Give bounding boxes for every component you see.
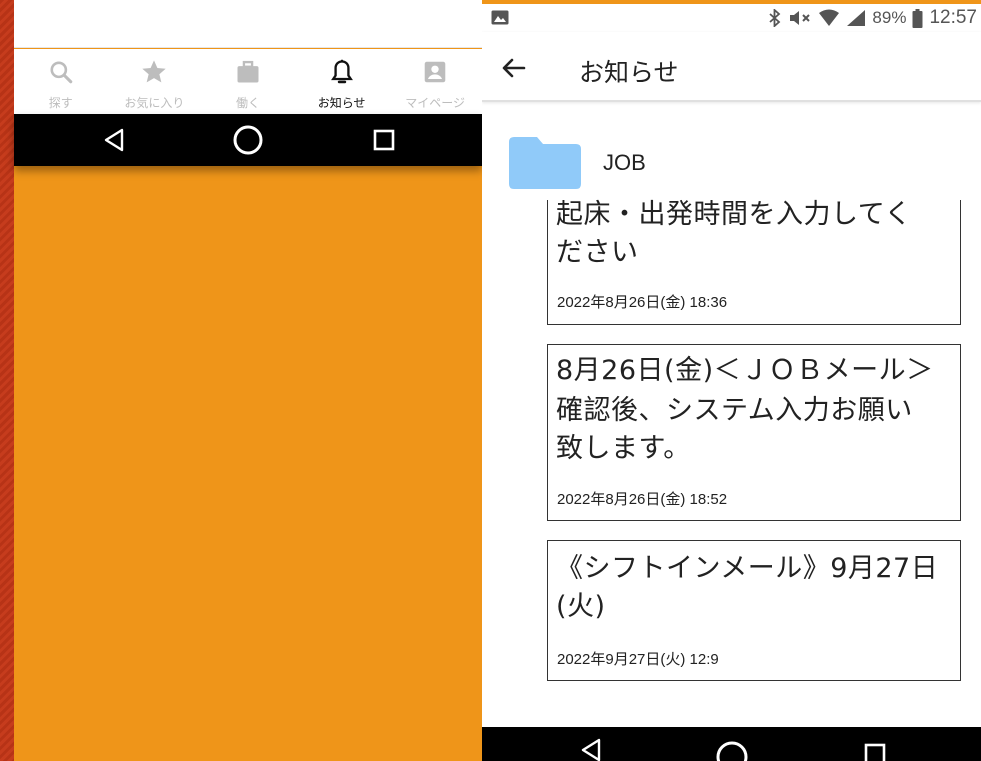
- status-indicators: 89% 12:57: [768, 7, 977, 29]
- tab-favorites[interactable]: お気に入り: [108, 49, 202, 114]
- notice-card[interactable]: 起床・出発時間を入力してく ださい 2022年8月26日(金) 18:36: [547, 199, 961, 325]
- battery-percent: 89%: [872, 8, 907, 27]
- square-recents-icon: [373, 129, 395, 151]
- folder-header[interactable]: [509, 136, 581, 190]
- bell-icon: [328, 58, 356, 86]
- nav-back-button[interactable]: [576, 735, 606, 761]
- notice-card[interactable]: 8月26日(金)＜ＪＯＢメール＞ 確認後、システム入力お願い 致します。 202…: [547, 344, 961, 521]
- back-arrow-icon[interactable]: [500, 54, 528, 82]
- right-system-nav-bar: [482, 727, 981, 761]
- tab-search[interactable]: 探す: [14, 49, 108, 114]
- notice-date: 2022年8月26日(金) 18:36: [557, 294, 728, 311]
- tab-work[interactable]: 働く: [201, 49, 295, 114]
- notice-title-line: 致します。: [556, 433, 691, 464]
- briefcase-icon: [234, 58, 262, 86]
- tab-mypage[interactable]: マイページ: [388, 49, 482, 114]
- notice-title-line: 起床・出発時間を入力してく: [556, 199, 912, 230]
- page-title: お知らせ: [579, 58, 679, 87]
- signal-icon: [847, 10, 866, 26]
- app-bar: お知らせ: [482, 32, 981, 102]
- left-phone-screen: 探す お気に入り 働く お知らせ マイページ: [14, 0, 482, 761]
- wifi-icon: [819, 9, 840, 26]
- circle-home-icon: [716, 741, 748, 761]
- clock-time: 12:57: [929, 7, 977, 28]
- left-system-nav-bar: [14, 114, 482, 166]
- status-bar: 89% 12:57: [482, 4, 981, 32]
- left-content-area: [14, 0, 482, 48]
- notice-title-line: ださい: [556, 237, 639, 268]
- notice-card[interactable]: 《シフトインメール》9月27日 (火) 2022年9月27日(火) 12:9: [547, 540, 961, 681]
- account-box-icon: [421, 58, 449, 86]
- nav-back-button[interactable]: [96, 114, 132, 166]
- nav-recents-button[interactable]: [860, 739, 890, 761]
- tab-label: 探す: [48, 96, 73, 110]
- notice-title-line: 《シフトインメール》9月27日: [556, 553, 939, 584]
- folder-label: JOB: [603, 150, 646, 175]
- tab-label: マイページ: [405, 96, 466, 110]
- mute-icon: [790, 11, 811, 25]
- battery-icon: [912, 8, 923, 28]
- triangle-back-icon: [104, 128, 124, 152]
- notice-date: 2022年8月26日(金) 18:52: [557, 491, 728, 508]
- nav-home-button[interactable]: [228, 114, 268, 166]
- star-icon: [140, 58, 168, 86]
- tab-label: お気に入り: [124, 96, 185, 110]
- bluetooth-icon: [769, 9, 781, 27]
- tab-label: お知らせ: [317, 96, 366, 110]
- notice-date: 2022年9月27日(火) 12:9: [557, 651, 719, 668]
- tab-notifications[interactable]: お知らせ: [295, 49, 389, 114]
- circle-home-icon: [233, 125, 263, 155]
- nav-recents-button[interactable]: [366, 114, 402, 166]
- notice-title-line: 確認後、システム入力お願い: [556, 395, 913, 426]
- folder-icon: [509, 137, 581, 189]
- background-edge-strip: [0, 0, 14, 761]
- square-recents-icon: [864, 743, 886, 761]
- bottom-tab-bar: 探す お気に入り 働く お知らせ マイページ: [14, 49, 482, 114]
- nav-home-button[interactable]: [712, 737, 752, 761]
- notice-title-line: 8月26日(金)＜ＪＯＢメール＞: [556, 355, 934, 386]
- tab-label: 働く: [235, 96, 260, 110]
- right-phone-screen: 89% 12:57 お知らせ JOB 起床・出発時間を入力してく ださい 202…: [482, 0, 981, 761]
- image-icon: [491, 10, 509, 29]
- search-icon: [47, 58, 75, 86]
- notice-title-line: (火): [556, 591, 606, 622]
- triangle-back-icon: [581, 738, 601, 761]
